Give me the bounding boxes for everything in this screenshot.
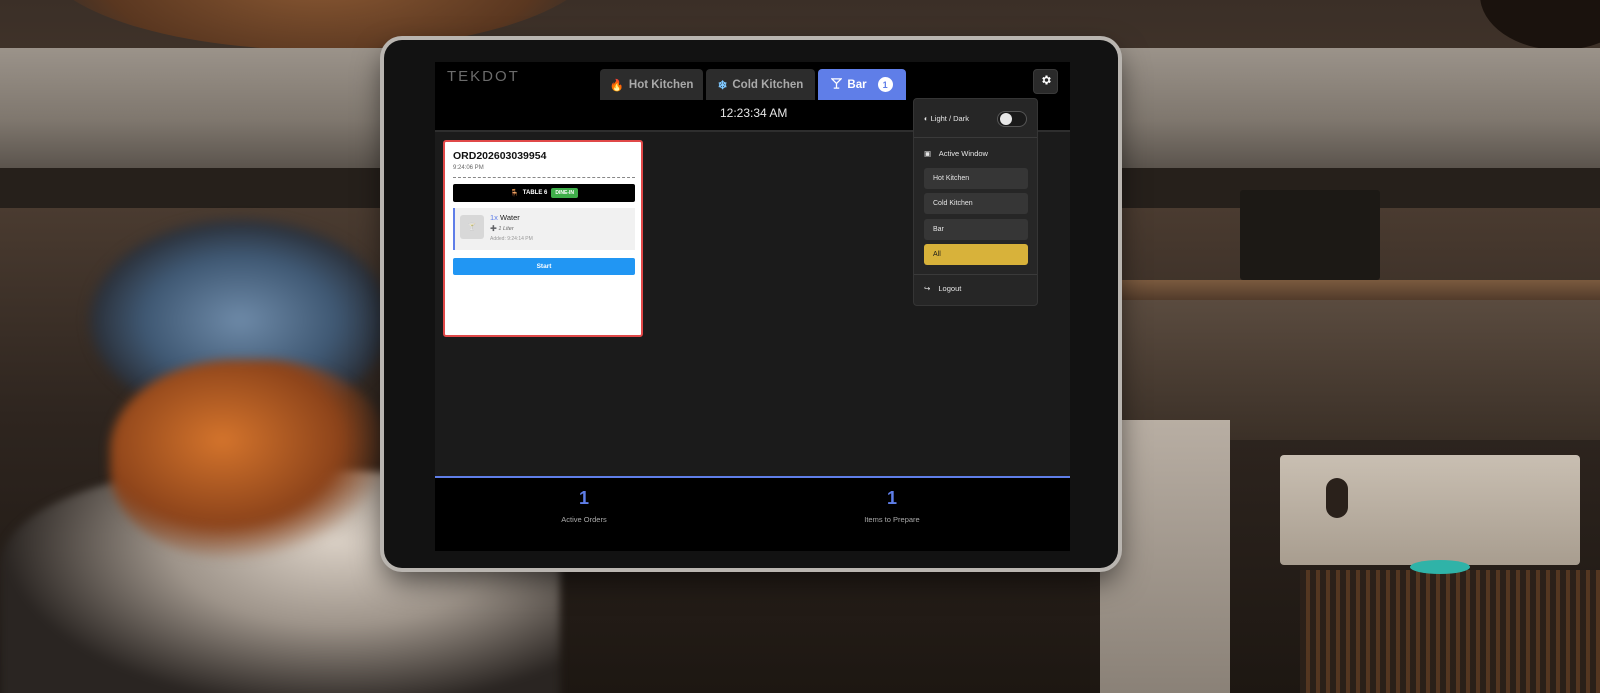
tab-count-badge: 1 <box>877 77 893 92</box>
item-name-line: 1x Water <box>490 213 520 222</box>
stat-active-orders: 1 Active Orders <box>509 488 659 524</box>
dine-in-badge: DINE-IN <box>551 188 578 198</box>
order-item[interactable]: 🍸 1x Water ➕ 1 Liter Added: 9:24:14 PM <box>453 208 635 250</box>
kds-screen: TEKDOT 🔥 Hot Kitchen ❄ Cold Kitchen Bar … <box>435 62 1070 551</box>
logout-button[interactable]: ↪ Logout <box>924 284 961 293</box>
background-counter <box>1100 420 1230 693</box>
stats-footer: 1 Active Orders 1 Items to Prepare <box>435 476 1070 551</box>
table-label: TABLE 6 <box>522 190 548 196</box>
background-pot <box>1480 0 1600 50</box>
stat-value: 1 <box>886 488 897 508</box>
station-tabs: 🔥 Hot Kitchen ❄ Cold Kitchen Bar 1 <box>600 69 906 100</box>
settings-dropdown: ◐ Light / Dark ▣ Active Window Hot Kitch… <box>913 98 1038 306</box>
app-logo: TEKDOT <box>447 68 520 85</box>
window-option-hot-kitchen[interactable]: Hot Kitchen <box>924 168 1028 189</box>
stat-label: Active Orders <box>561 515 607 524</box>
window-option-all[interactable]: All <box>924 244 1028 265</box>
order-id: ORD202603039954 <box>453 150 547 162</box>
divider <box>453 177 635 178</box>
item-modifier: 1 Liter <box>498 226 514 232</box>
logout-icon: ↪ <box>924 284 931 293</box>
item-added-time: Added: 9:24:14 PM <box>490 236 533 242</box>
fire-icon: 🔥 <box>609 79 624 92</box>
stat-value: 1 <box>578 488 589 508</box>
plus-icon: ➕ <box>490 226 497 232</box>
order-card[interactable]: ORD202603039954 9:24:06 PM 🪑 TABLE 6 DIN… <box>443 140 643 337</box>
background-drawer <box>1280 455 1580 565</box>
cocktail-icon: 🍸 <box>460 215 484 239</box>
background-appliance <box>1240 190 1380 280</box>
window-option-cold-kitchen[interactable]: Cold Kitchen <box>924 193 1028 214</box>
contrast-icon: ◐ <box>924 114 929 123</box>
tab-cold-kitchen[interactable]: ❄ Cold Kitchen <box>706 69 815 100</box>
stat-items-to-prepare: 1 Items to Prepare <box>817 488 967 524</box>
background-wall <box>1100 300 1600 440</box>
tab-label: Cold Kitchen <box>732 78 804 91</box>
chair-icon: 🪑 <box>510 190 519 197</box>
menu-divider <box>914 274 1037 275</box>
window-option-bar[interactable]: Bar <box>924 219 1028 240</box>
gear-icon <box>1040 73 1052 91</box>
background-drawer-hole <box>1326 478 1348 518</box>
background-bowl <box>1410 560 1470 574</box>
item-modifier-line: ➕ 1 Liter <box>490 226 514 232</box>
item-quantity: 1x <box>490 213 498 222</box>
active-window-label: ▣ Active Window <box>924 149 988 158</box>
order-time: 9:24:06 PM <box>453 165 484 171</box>
menu-divider <box>914 137 1037 138</box>
item-name: Water <box>500 213 520 222</box>
toggle-knob <box>1000 113 1012 125</box>
background-baskets <box>1300 570 1600 693</box>
window-icon: ▣ <box>924 149 932 158</box>
background-chef-face <box>110 360 390 560</box>
theme-toggle-label: ◐ Light / Dark <box>924 114 969 123</box>
cocktail-icon <box>830 77 844 92</box>
theme-toggle[interactable] <box>997 111 1027 127</box>
snowflake-icon: ❄ <box>717 79 728 92</box>
settings-button[interactable] <box>1033 69 1058 94</box>
tab-hot-kitchen[interactable]: 🔥 Hot Kitchen <box>600 69 703 100</box>
stat-label: Items to Prepare <box>864 515 920 524</box>
tab-label: Bar <box>847 78 867 91</box>
tab-bar[interactable]: Bar 1 <box>818 69 906 100</box>
table-banner: 🪑 TABLE 6 DINE-IN <box>453 184 635 202</box>
start-button[interactable]: Start <box>453 258 635 275</box>
clock: 12:23:34 AM <box>720 106 788 120</box>
tab-label: Hot Kitchen <box>628 78 694 91</box>
